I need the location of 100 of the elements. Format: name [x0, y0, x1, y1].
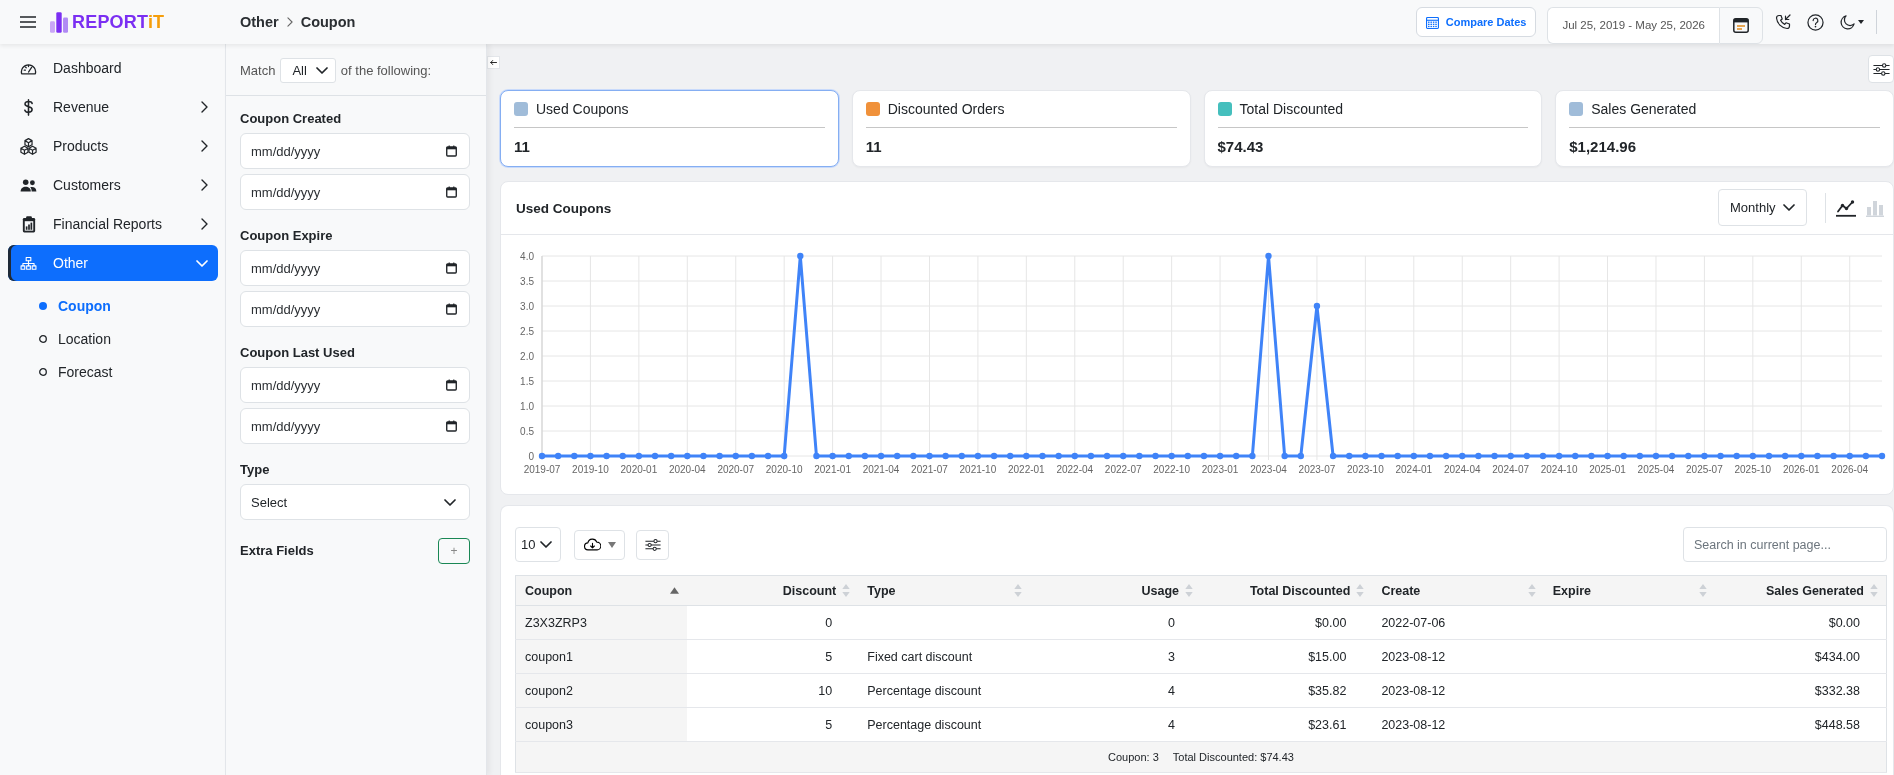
date-field[interactable]: mm/dd/yyyy	[240, 291, 470, 327]
calendar-icon[interactable]	[446, 262, 457, 274]
card-value: $1,214.96	[1569, 137, 1637, 157]
data-point	[571, 452, 578, 460]
settings-button[interactable]	[1868, 55, 1894, 83]
nav-item[interactable]: Financial Reports	[8, 206, 218, 242]
calendar-icon[interactable]	[446, 420, 457, 432]
table-cell: $0.00	[1201, 605, 1373, 640]
card-label: Total Discounted	[1239, 101, 1343, 117]
period-select[interactable]: Monthly	[1718, 188, 1807, 226]
data-point	[1733, 452, 1740, 460]
axis-label: 3.0	[520, 300, 534, 312]
date-range-field[interactable]: Jul 25, 2019 - May 25, 2026	[1547, 6, 1719, 44]
table-cell: 5	[686, 639, 859, 674]
phone-icon[interactable]	[1775, 14, 1791, 30]
menu-icon[interactable]	[20, 16, 36, 28]
collapse-button[interactable]	[487, 56, 500, 69]
axis-label: 2021-01	[814, 464, 851, 475]
filter-label: Coupon Created	[240, 111, 343, 127]
table-cell: 5	[686, 707, 859, 742]
nav-subitem[interactable]: Location	[8, 322, 218, 355]
column-header[interactable]: Discount	[686, 575, 859, 606]
table-cell: 2023-08-12	[1372, 707, 1544, 742]
bar-chart-logo-icon	[50, 11, 68, 33]
table-cell: $0.00	[1715, 605, 1887, 640]
columns-button[interactable]	[636, 529, 669, 560]
column-header[interactable]: Create	[1372, 575, 1544, 606]
nav-item[interactable]: Other	[8, 245, 218, 281]
stat-card[interactable]: Used Coupons 11	[500, 90, 839, 167]
data-point	[1329, 452, 1337, 460]
date-field[interactable]: mm/dd/yyyy	[240, 174, 470, 210]
calendar-icon[interactable]	[446, 303, 457, 315]
calendar-icon	[1733, 17, 1749, 33]
calendar-icon[interactable]	[446, 186, 457, 198]
column-header[interactable]: Expire	[1543, 575, 1716, 606]
card-value: $74.43	[1217, 137, 1265, 157]
data-point	[1168, 452, 1175, 460]
axis-label: 2.0	[520, 350, 534, 362]
match-select[interactable]: All	[280, 58, 336, 83]
axis-label: 2025-10	[1734, 464, 1772, 475]
search-field[interactable]: Search in current page...	[1683, 527, 1887, 562]
nav-item[interactable]: Dashboard	[8, 50, 218, 86]
axis-label: 2022-01	[1008, 464, 1045, 475]
date-field[interactable]: mm/dd/yyyy	[240, 250, 470, 286]
filter-label: Coupon Expire	[240, 228, 334, 244]
compare-dates-button[interactable]: Compare Dates	[1415, 7, 1537, 37]
cloud-download-icon	[583, 538, 601, 551]
type-select[interactable]: Select	[240, 484, 470, 520]
stat-card[interactable]: Discounted Orders 11	[851, 90, 1191, 167]
data-point	[1313, 302, 1321, 310]
axis-label: 2023-01	[1201, 464, 1239, 475]
chevron-right-icon	[286, 17, 293, 27]
stat-card[interactable]: Total Discounted $74.43	[1203, 90, 1543, 167]
axis-label: 2020-07	[717, 464, 755, 475]
nav-item[interactable]: Customers	[8, 167, 218, 203]
column-header[interactable]: Type	[858, 575, 1030, 606]
data-point	[1539, 452, 1547, 460]
calendar-icon[interactable]	[446, 379, 457, 391]
table-cell: 10	[686, 673, 859, 708]
column-header[interactable]: Total Discounted	[1201, 575, 1373, 606]
data-point	[1491, 452, 1498, 460]
data-point	[603, 452, 610, 460]
page-size-select[interactable]: 10	[515, 527, 561, 562]
boxes-icon	[20, 137, 37, 155]
stat-card[interactable]: Sales Generated $1,214.96	[1555, 90, 1894, 167]
axis-label: 2021-04	[862, 464, 900, 475]
date-field[interactable]: mm/dd/yyyy	[240, 367, 470, 403]
breadcrumb-link[interactable]: Other	[240, 14, 279, 30]
filter-label: Coupon Last Used	[240, 345, 356, 361]
column-header[interactable]: Usage	[1029, 575, 1201, 606]
table-cell: Fixed cart discount	[858, 639, 1030, 674]
nav-item[interactable]: Revenue	[8, 89, 218, 125]
moon-icon[interactable]	[1840, 14, 1855, 30]
table-cell: coupon1	[515, 639, 687, 674]
data-point	[1830, 452, 1837, 460]
axis-label: 2019-10	[572, 464, 609, 475]
axis-label: 0.5	[520, 425, 534, 437]
data-point	[684, 452, 691, 460]
date-field[interactable]: mm/dd/yyyy	[240, 133, 470, 169]
axis-label: 2022-04	[1056, 464, 1094, 475]
nav-item[interactable]: Products	[8, 128, 218, 164]
data-point	[554, 452, 562, 460]
line-chart-icon[interactable]	[1836, 199, 1856, 217]
table-cell: 4	[1029, 673, 1201, 708]
table-cell: $15.00	[1201, 639, 1373, 674]
download-button[interactable]	[574, 529, 625, 560]
table-cell: 2023-08-12	[1372, 639, 1544, 674]
nav-subitem[interactable]: Forecast	[8, 355, 218, 388]
caret-icon	[607, 541, 616, 548]
ring-icon	[39, 334, 47, 343]
help-icon[interactable]	[1807, 13, 1824, 31]
column-header[interactable]: Sales Generated	[1715, 575, 1887, 606]
axis-label: 2023-07	[1298, 464, 1336, 475]
date-field[interactable]: mm/dd/yyyy	[240, 408, 470, 444]
caret-icon[interactable]	[1858, 20, 1864, 24]
nav-subitem[interactable]: Coupon	[8, 289, 218, 322]
data-point	[1233, 452, 1240, 460]
calendar-icon[interactable]	[446, 145, 457, 157]
calendar-button[interactable]	[1719, 6, 1763, 44]
column-header[interactable]: Coupon	[515, 575, 687, 606]
